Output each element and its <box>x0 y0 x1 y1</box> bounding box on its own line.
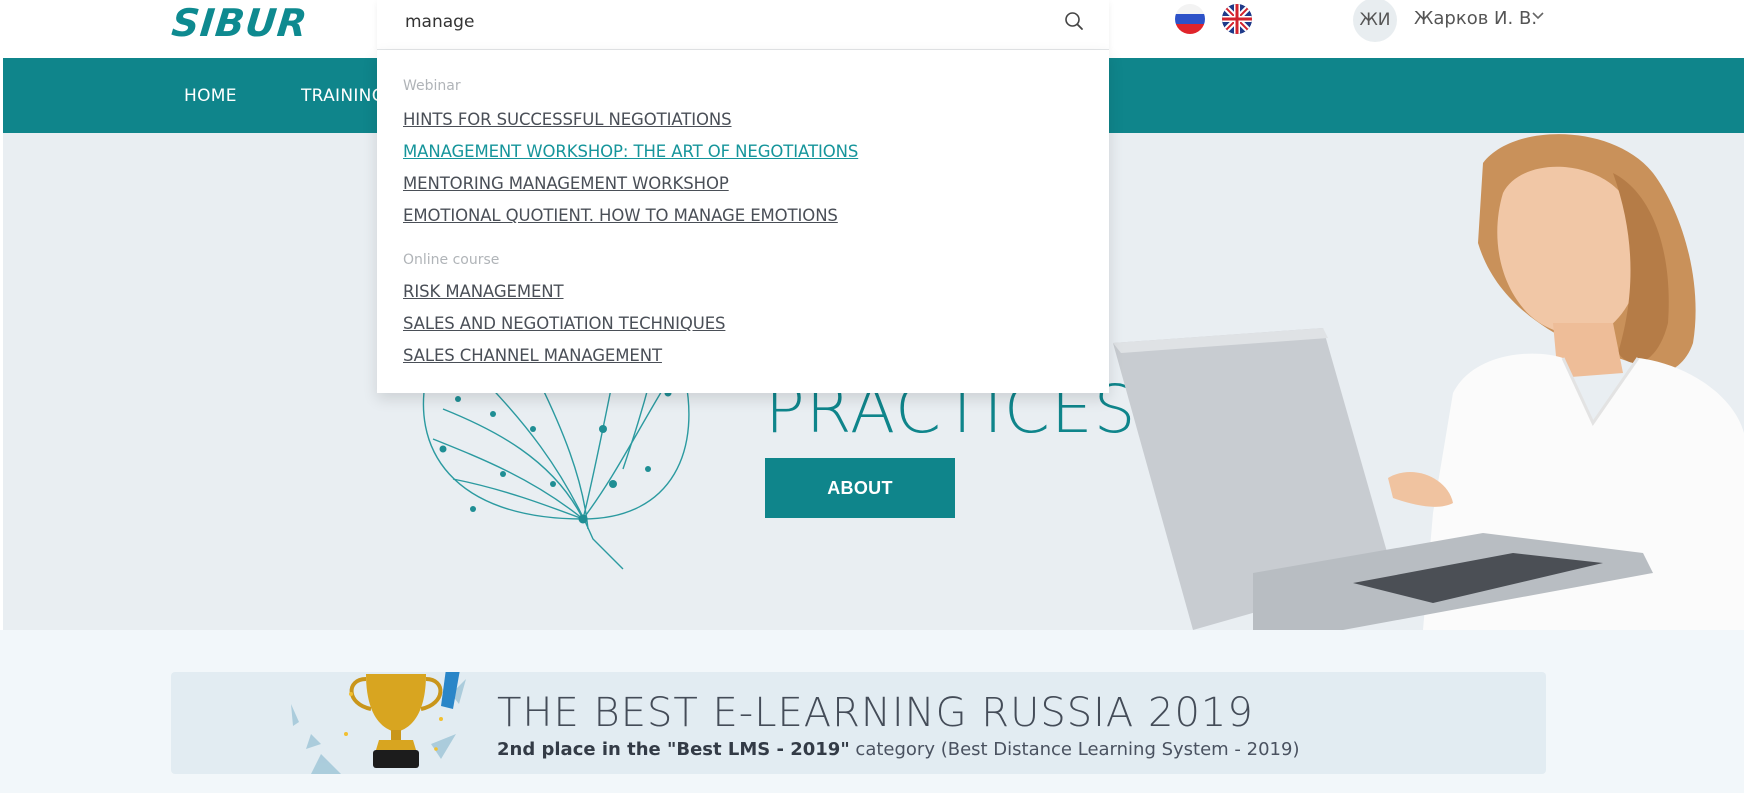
search-box <box>377 0 1109 50</box>
user-name[interactable]: Жарков И. В. <box>1414 8 1537 29</box>
nav-home[interactable]: HOME <box>184 86 237 106</box>
result-group-label: Webinar <box>403 78 461 94</box>
nav-training[interactable]: TRAINING <box>301 86 385 106</box>
trophy-icon <box>291 672 466 774</box>
chevron-down-icon[interactable] <box>1531 8 1545 26</box>
ru-flag-icon[interactable] <box>1175 4 1205 34</box>
woman-with-laptop-image <box>1113 134 1744 630</box>
search-result-item[interactable]: SALES CHANNEL MANAGEMENT <box>403 346 662 365</box>
search-result-item-active[interactable]: MANAGEMENT WORKSHOP: THE ART OF NEGOTIAT… <box>403 142 858 161</box>
search-result-item[interactable]: RISK MANAGEMENT <box>403 282 564 301</box>
award-title: THE BEST E-LEARNING RUSSIA 2019 <box>497 690 1254 736</box>
search-result-item[interactable]: SALES AND NEGOTIATION TECHNIQUES <box>403 314 726 333</box>
sibur-logo[interactable]: SIBUR <box>170 1 310 45</box>
gb-flag-icon[interactable] <box>1222 4 1252 34</box>
about-button[interactable]: ABOUT <box>765 458 955 518</box>
search-result-item[interactable]: MENTORING MANAGEMENT WORKSHOP <box>403 174 729 193</box>
search-result-item[interactable]: HINTS FOR SUCCESSFUL NEGOTIATIONS <box>403 110 732 129</box>
search-icon[interactable] <box>1063 10 1085 32</box>
search-input[interactable] <box>405 10 1005 34</box>
award-banner: THE BEST E-LEARNING RUSSIA 2019 2nd plac… <box>171 672 1546 774</box>
award-subtitle: 2nd place in the "Best LMS - 2019" categ… <box>497 739 1299 760</box>
leaf-illustration <box>422 369 690 570</box>
award-subtitle-rest: category (Best Distance Learning System … <box>849 739 1300 760</box>
award-subtitle-bold: 2nd place in the "Best LMS - 2019" <box>497 739 850 760</box>
search-results-dropdown: Webinar HINTS FOR SUCCESSFUL NEGOTIATION… <box>377 50 1109 393</box>
result-group-label: Online course <box>403 252 500 268</box>
user-avatar[interactable]: ЖИ <box>1353 0 1397 42</box>
search-result-item[interactable]: EMOTIONAL QUOTIENT. HOW TO MANAGE EMOTIO… <box>403 206 838 225</box>
